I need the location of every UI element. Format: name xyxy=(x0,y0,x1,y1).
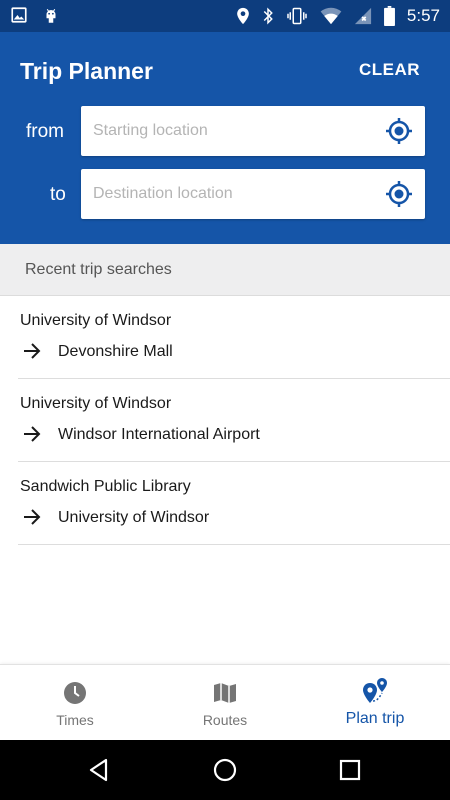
recent-trip-item[interactable]: University of Windsor Devonshire Mall xyxy=(18,296,450,379)
map-icon xyxy=(214,683,236,703)
recents-icon[interactable] xyxy=(337,757,363,783)
plan-trip-icon xyxy=(363,678,387,703)
trip-destination: University of Windsor xyxy=(58,509,210,526)
arrow-right-icon xyxy=(24,509,41,525)
nav-routes[interactable]: Routes xyxy=(150,665,300,741)
trip-planner-header: Trip Planner CLEAR from to xyxy=(0,32,450,244)
vibrate-icon xyxy=(287,7,307,25)
recent-trip-item[interactable]: University of Windsor Windsor Internatio… xyxy=(18,379,450,462)
clock-time: 5:57 xyxy=(406,6,440,25)
trip-destination: Devonshire Mall xyxy=(58,343,173,360)
trip-origin: University of Windsor xyxy=(20,395,172,412)
nav-times[interactable]: Times xyxy=(0,665,150,741)
bluetooth-icon xyxy=(263,7,273,25)
my-location-icon[interactable] xyxy=(385,180,413,208)
trip-destination: Windsor International Airport xyxy=(58,426,260,443)
arrow-right-icon xyxy=(24,343,41,359)
recent-trips-heading: Recent trip searches xyxy=(0,244,450,296)
status-bar: 5:57 xyxy=(0,0,450,32)
android-icon xyxy=(46,8,56,23)
clock-icon xyxy=(64,682,86,704)
my-location-icon[interactable] xyxy=(385,117,413,145)
destination-location-input[interactable] xyxy=(81,169,373,219)
nav-plan-trip[interactable]: Plan trip xyxy=(300,665,450,741)
clear-button[interactable]: CLEAR xyxy=(359,60,420,80)
recent-trip-item[interactable]: Sandwich Public Library University of Wi… xyxy=(18,462,450,545)
signal-icon xyxy=(354,7,372,25)
system-navigation-bar xyxy=(0,740,450,800)
destination-location-field xyxy=(81,169,425,219)
nav-routes-label: Routes xyxy=(202,712,248,728)
from-label: from xyxy=(26,121,64,142)
wifi-icon xyxy=(320,7,342,25)
trip-origin: University of Windsor xyxy=(20,312,172,329)
nav-times-label: Times xyxy=(56,712,94,728)
to-label: to xyxy=(50,184,66,205)
back-icon[interactable] xyxy=(86,757,112,783)
nav-plan-trip-label: Plan trip xyxy=(345,710,405,727)
home-icon[interactable] xyxy=(212,757,238,783)
battery-icon xyxy=(383,6,395,26)
location-icon xyxy=(237,7,249,25)
trip-origin: Sandwich Public Library xyxy=(20,478,191,495)
image-icon xyxy=(11,7,27,23)
page-title: Trip Planner xyxy=(20,58,153,84)
arrow-right-icon xyxy=(24,426,41,442)
starting-location-input[interactable] xyxy=(81,106,373,156)
bottom-navigation: Times Routes Plan trip xyxy=(0,664,450,740)
starting-location-field xyxy=(81,106,425,156)
recent-trips-heading-text: Recent trip searches xyxy=(25,261,172,278)
